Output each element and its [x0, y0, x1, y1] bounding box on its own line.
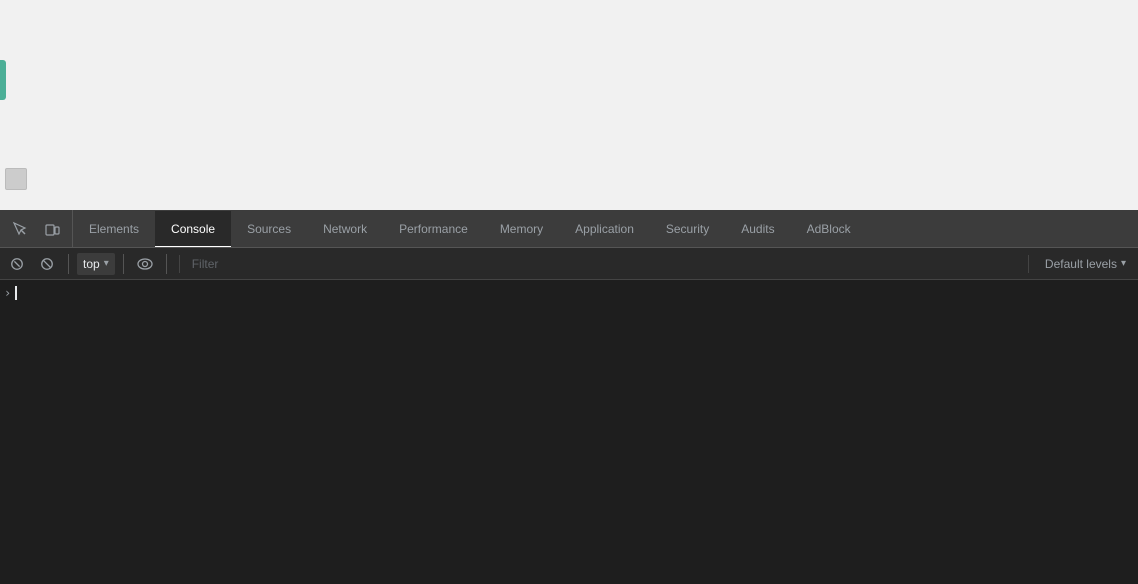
devtools-tabbar: Elements Console Sources Network Perform… [0, 210, 1138, 248]
device-toolbar-icon[interactable] [38, 215, 66, 243]
toolbar-divider-1 [68, 254, 69, 274]
tab-memory[interactable]: Memory [484, 211, 559, 247]
inspect-element-icon[interactable] [6, 215, 34, 243]
levels-chevron-icon: ▾ [1121, 258, 1126, 269]
console-cursor [15, 286, 17, 300]
filter-wrapper [179, 255, 1029, 273]
tab-security[interactable]: Security [650, 211, 725, 247]
toolbar-divider-2 [123, 254, 124, 274]
filter-input[interactable] [188, 255, 1020, 273]
browser-viewport [0, 0, 1138, 210]
devtools-tabs: Elements Console Sources Network Perform… [73, 210, 1138, 247]
context-selector[interactable]: top ▾ [77, 253, 115, 275]
green-indicator [0, 60, 6, 100]
tab-network[interactable]: Network [307, 211, 383, 247]
devtools-left-icons [0, 210, 73, 247]
console-prompt-icon: › [4, 286, 11, 300]
tab-application[interactable]: Application [559, 211, 650, 247]
custom-filters-icon[interactable] [132, 251, 158, 277]
tab-performance[interactable]: Performance [383, 211, 484, 247]
block-icon[interactable] [34, 251, 60, 277]
tab-audits[interactable]: Audits [725, 211, 790, 247]
tab-console[interactable]: Console [155, 211, 231, 247]
devtools-panel: Elements Console Sources Network Perform… [0, 210, 1138, 584]
levels-label: Default levels [1045, 257, 1117, 271]
console-toolbar: top ▾ Default levels ▾ [0, 248, 1138, 280]
log-levels-button[interactable]: Default levels ▾ [1037, 255, 1134, 273]
console-content[interactable]: › [0, 280, 1138, 584]
context-chevron-icon: ▾ [104, 258, 109, 269]
console-input-line: › [0, 284, 1138, 302]
clear-console-icon[interactable] [4, 251, 30, 277]
tab-elements[interactable]: Elements [73, 211, 155, 247]
tab-sources[interactable]: Sources [231, 211, 307, 247]
context-label: top [83, 257, 100, 271]
tab-adblock[interactable]: AdBlock [791, 211, 867, 247]
page-element [5, 168, 27, 190]
toolbar-divider-3 [166, 254, 167, 274]
